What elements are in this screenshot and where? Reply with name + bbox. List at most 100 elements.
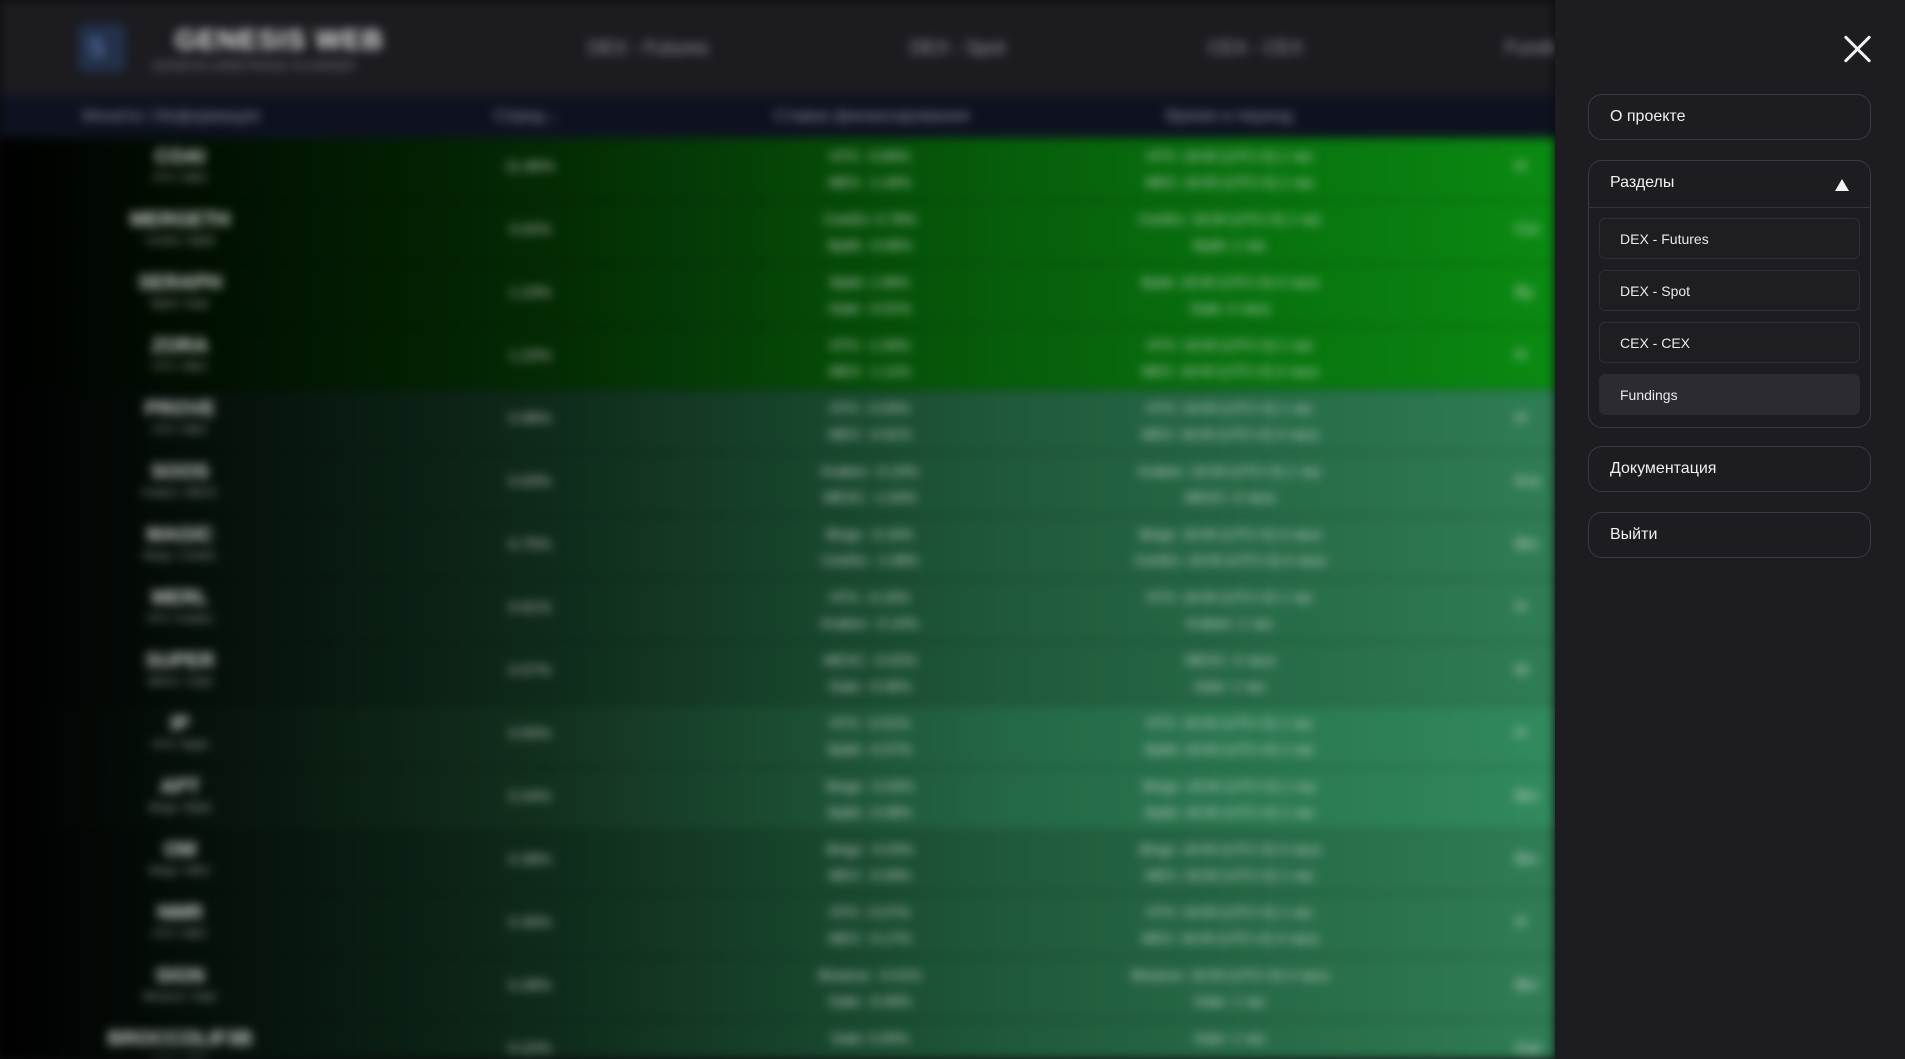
funding-time-2: Bybit: 18:00 (UTC+3) 1 час — [1145, 804, 1315, 820]
exchange-cell: Coi — [1515, 221, 1540, 238]
funding-time-1: Bybit: 18:00 (UTC+3) 4 часа — [1141, 274, 1319, 290]
section-item-label: CEX - CEX — [1620, 335, 1691, 351]
exchange-cell: H — [1515, 914, 1527, 931]
funding-rate-1: Bingx: -0.04% — [826, 778, 914, 794]
logo[interactable]: S — [78, 24, 126, 72]
column-header-spread[interactable]: Спред ↓ — [494, 106, 557, 126]
table-row[interactable]: PROVE HTX / MEX 0.98% HTX: -0.05% MEX: -0.91… — [0, 390, 1555, 454]
funding-time-1: HTX: 18:00 (UTC+3) 1 час — [1146, 904, 1314, 920]
table-row[interactable]: APT Bingx / Bybit 0.44% Bingx: -0.04% Bybit:… — [0, 768, 1555, 832]
funding-rate-1: Kraken: -0.10% — [821, 463, 919, 479]
nav-dex-spot[interactable]: DEX - Spot — [910, 38, 1005, 60]
spread-value: 3.02% — [508, 221, 552, 238]
about-project-button[interactable]: О проекте — [1588, 94, 1871, 140]
close-icon[interactable] — [1843, 34, 1873, 64]
exchange-pair: HTX / MEX — [152, 424, 208, 436]
funding-time-1: HTX: 18:00 (UTC+3) 1 час — [1146, 148, 1314, 164]
coin-symbol: MERGETH — [130, 209, 230, 231]
funding-rate-2: MEX: -0.17% — [828, 930, 912, 946]
coin-symbol: MAGIC — [146, 524, 214, 546]
section-item-cex-cex[interactable]: CEX - CEX — [1599, 322, 1860, 363]
funding-rate-1: Bybit: 1.06% — [830, 274, 910, 290]
exchange-pair: Kraken / MEXC — [142, 487, 218, 499]
exchange-pair: Bingx / Bybit — [149, 802, 211, 814]
funding-time-1: HTX: 18:00 (UTC+3) 1 час — [1146, 589, 1314, 605]
funding-rate-1: Binance: -0.01% — [818, 967, 922, 983]
table-row[interactable]: ZORA HTX / MEX 1.22% HTX: -1.00% MEX: -1.11%… — [0, 327, 1555, 391]
background-app: S GENESIS WEB GENESIS ARBITRAGE SCANNER … — [0, 0, 1555, 1059]
page: S GENESIS WEB GENESIS ARBITRAGE SCANNER … — [0, 0, 1905, 1059]
spread-value: 0.61% — [508, 599, 552, 616]
spread-value: 0.55% — [508, 725, 552, 742]
column-header-funding-rate[interactable]: Ставка финансирования — [774, 106, 969, 126]
spread-value: 0.57% — [508, 662, 552, 679]
column-header-coin[interactable]: Монета / Информация — [82, 106, 259, 126]
funding-rate-1: Bingx: -0.03% — [826, 841, 914, 857]
sections-accordion: Разделы DEX - Futures DEX - Spot CEX - C… — [1588, 160, 1871, 428]
coin-symbol: SIGN — [155, 965, 205, 987]
table-row[interactable]: NMR HTX / MEX 0.30% HTX: -0.07% MEX: -0.17% H… — [0, 894, 1555, 958]
sections-toggle[interactable]: Разделы — [1589, 161, 1870, 208]
nav-fundings[interactable]: Fundings — [1505, 38, 1555, 60]
funding-time-1: Bingx: 18:00 (UTC+3) 4 часа — [1139, 526, 1321, 542]
exchange-pair: Bybit / Gate — [151, 298, 209, 310]
exchange-cell: Kra — [1515, 473, 1540, 490]
table-row[interactable]: SIGN Binance / Gate 0.28% Binance: -0.01% Ga… — [0, 957, 1555, 1021]
table-row[interactable]: SOOS Kraken / MEXC 0.63% Kraken: -0.10% MEXC… — [0, 453, 1555, 517]
exchange-cell: H — [1515, 599, 1527, 616]
table-row[interactable]: BROCCOLIF3B Gate / HTX 0.22% Gate: 0.00% Gat… — [0, 1020, 1555, 1059]
table-row[interactable]: OM Bingx / MEX 0.38% Bingx: -0.03% MEX: -0.0… — [0, 831, 1555, 895]
exchange-cell: H — [1515, 725, 1527, 742]
documentation-button[interactable]: Документация — [1588, 446, 1871, 492]
column-header-time-period[interactable]: Время и период — [1166, 106, 1293, 126]
section-item-dex-futures[interactable]: DEX - Futures — [1599, 218, 1860, 259]
funding-rate-2: MEXC: -1.04% — [823, 489, 917, 505]
table-row[interactable]: SERAPH Bybit / Gate 1.23% Bybit: 1.06% Gate:… — [0, 264, 1555, 328]
exchange-pair: MEXC / Gate — [147, 676, 213, 688]
funding-rate-2: CoinEx: -1.08% — [821, 552, 919, 568]
spread-value: 0.98% — [508, 410, 552, 427]
table-row[interactable]: MAGIC Bingx / CoinEx 0.75% Bingx: -0.16% Coi… — [0, 516, 1555, 580]
funding-time-2: Gate: 4 часа — [1190, 300, 1270, 316]
logout-button[interactable]: Выйти — [1588, 512, 1871, 558]
funding-rate-2: MEX: -0.09% — [828, 867, 912, 883]
exchange-pair: Bingx / CoinEx — [143, 550, 217, 562]
exchange-cell: Bin — [1515, 788, 1539, 805]
funding-rate-1: HTX: -0.07% — [829, 904, 911, 920]
table-row[interactable]: SUPER MEXC / Gate 0.57% MEXC: -0.02% Gate: -… — [0, 642, 1555, 706]
logo-icon: S — [88, 32, 106, 62]
funding-rate-2: Gate: -0.01% — [828, 300, 912, 316]
table-row[interactable]: COAI HTX / MEX 11.86% HTX: -0.69% MEX: -1.44… — [0, 138, 1555, 202]
funding-time-1: HTX: 18:00 (UTC+3) 1 час — [1146, 715, 1314, 731]
section-item-dex-spot[interactable]: DEX - Spot — [1599, 270, 1860, 311]
funding-time-2: CoinEx: 18:00 (UTC+3) 4 часа — [1134, 552, 1326, 568]
exchange-pair: HTX / Kraken — [146, 613, 214, 625]
table-row[interactable]: MERGETH CoinEx / Bybit 3.02% CoinEx: 0.78% B… — [0, 201, 1555, 265]
nav-dex-futures[interactable]: DEX - Futures — [588, 38, 708, 60]
exchange-cell: H — [1515, 158, 1527, 175]
spread-value: 1.23% — [508, 284, 552, 301]
funding-rate-1: Gate: 0.00% — [831, 1030, 909, 1046]
funding-rate-2: Gate: -0.06% — [828, 678, 912, 694]
exchange-cell: Bin — [1515, 851, 1539, 868]
spread-value: 0.22% — [508, 1040, 552, 1057]
funding-rate-1: CoinEx: 0.78% — [823, 211, 917, 227]
table-row[interactable]: MERL HTX / Kraken 0.61% HTX: -0.16% Kraken: … — [0, 579, 1555, 643]
funding-time-1: Kraken: 18:00 (UTC+3) 1 час — [1138, 463, 1322, 479]
table-row[interactable]: IP HTX / Bybit 0.55% HTX: -0.01% Bybit: -0.0… — [0, 705, 1555, 769]
coin-symbol: COAI — [155, 146, 205, 168]
coin-symbol: OM — [163, 839, 197, 861]
funding-rate-2: Bybit: -0.07% — [828, 741, 912, 757]
about-project-label: О проекте — [1610, 108, 1686, 125]
section-item-label: DEX - Futures — [1620, 231, 1709, 247]
nav-cex-cex[interactable]: CEX - CEX — [1208, 38, 1303, 60]
coin-symbol: BROCCOLIF3B — [107, 1028, 253, 1050]
funding-rate-1: Bingx: -0.16% — [826, 526, 914, 542]
exchange-cell: H — [1515, 410, 1527, 427]
section-item-fundings[interactable]: Fundings — [1599, 374, 1860, 415]
spread-value: 0.30% — [508, 914, 552, 931]
coin-symbol: ZORA — [151, 335, 209, 357]
exchange-pair: CoinEx / Bybit — [145, 235, 215, 247]
funding-rate-2: MEX: -1.44% — [828, 174, 912, 190]
spread-value: 0.75% — [508, 536, 552, 553]
